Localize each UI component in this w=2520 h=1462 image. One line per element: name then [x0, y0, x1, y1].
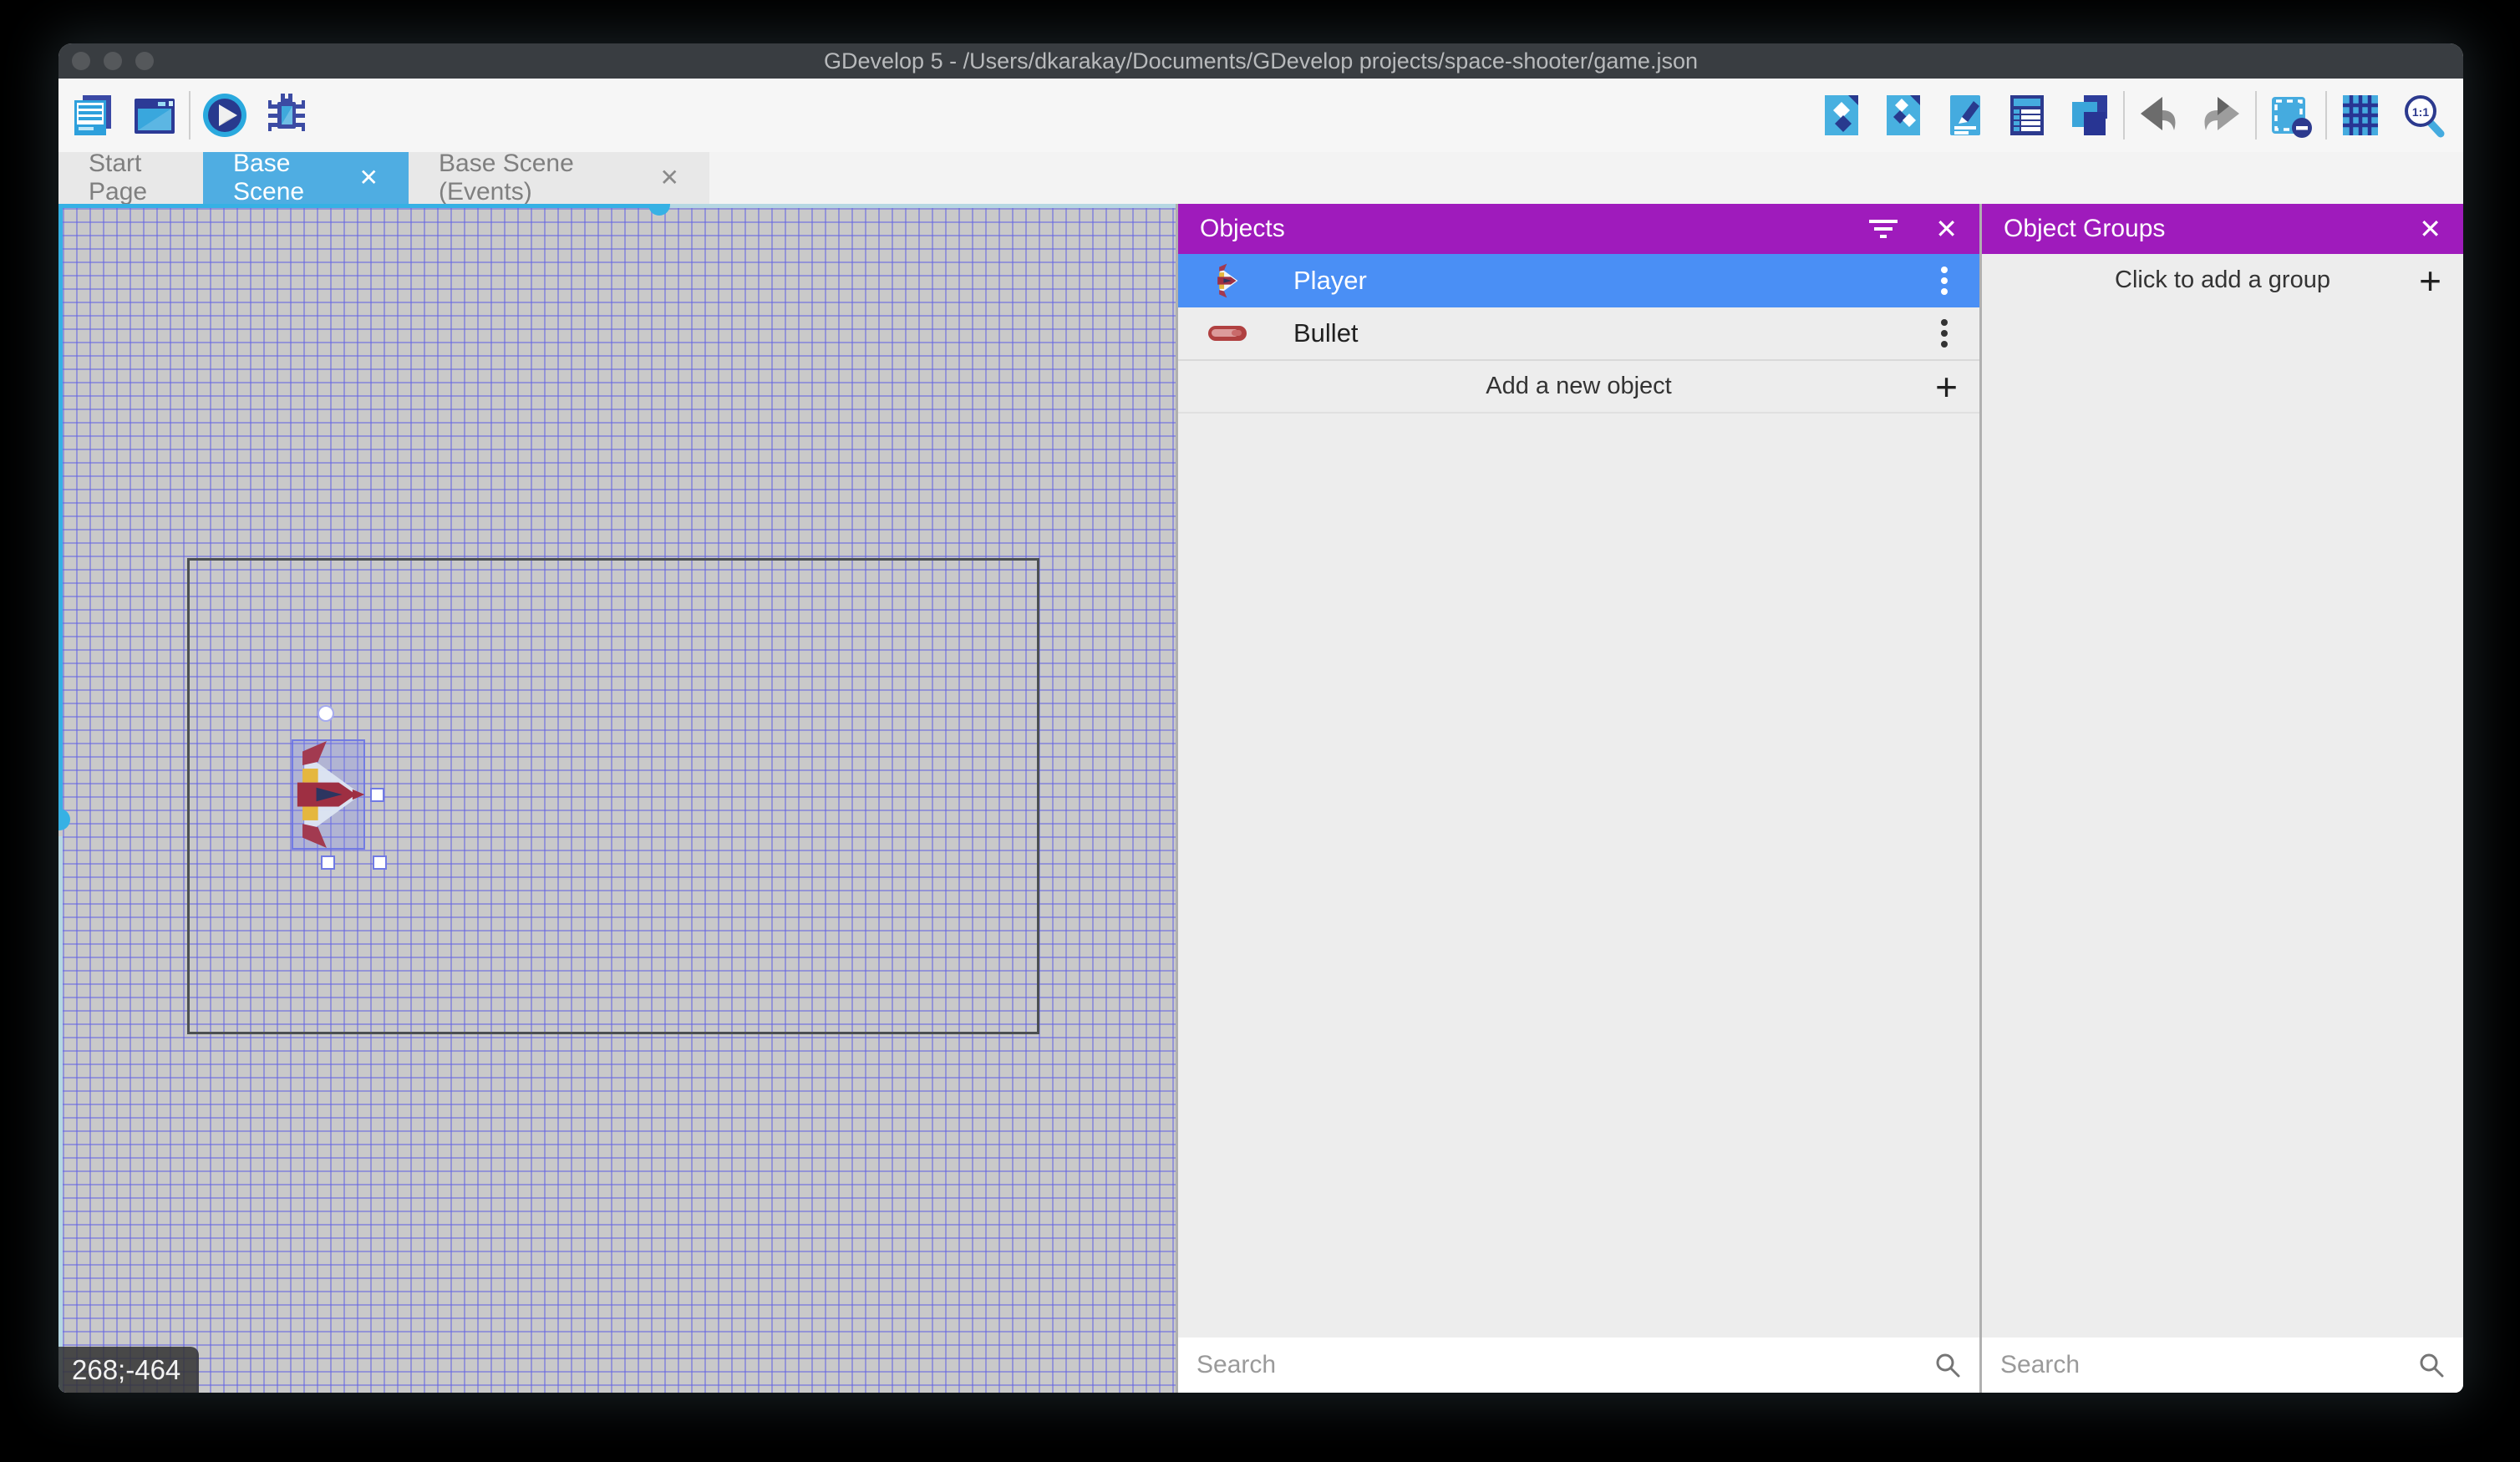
- horizontal-scroll-track: [662, 204, 1176, 208]
- object-groups-editor-icon: [1880, 92, 1927, 139]
- open-properties-button[interactable]: [1942, 92, 1989, 139]
- toggle-window-mask-button[interactable]: [2268, 92, 2314, 139]
- scene-canvas[interactable]: 268;-464: [58, 204, 1176, 1393]
- open-object-groups-editor-button[interactable]: [1880, 92, 1927, 139]
- tab-base-scene-events[interactable]: Base Scene (Events) ✕: [409, 152, 709, 204]
- object-groups-panel-header: Object Groups ✕: [1982, 204, 2463, 254]
- object-name: Bullet: [1293, 318, 1941, 348]
- window-mask-icon: [2268, 92, 2314, 139]
- objects-search-input[interactable]: [1196, 1351, 1934, 1379]
- object-groups-empty-area: [1982, 307, 2463, 1338]
- search-icon: [1934, 1352, 1961, 1378]
- add-new-object-button[interactable]: Add a new object +: [1178, 361, 1979, 414]
- player-ship-sprite: [292, 739, 365, 850]
- close-tab-icon[interactable]: ✕: [359, 166, 379, 190]
- zoom-1-1-icon: 1:1: [2400, 92, 2446, 139]
- close-panel-icon[interactable]: ✕: [2419, 216, 2441, 242]
- object-menu-kebab-icon[interactable]: [1941, 330, 1948, 337]
- resize-handle-right[interactable]: [370, 788, 384, 802]
- instances-list-icon: [2004, 92, 2050, 139]
- objects-panel-empty-area: [1178, 414, 1979, 1338]
- debug-preview-button[interactable]: [263, 92, 310, 139]
- toolbar-separator: [2255, 91, 2257, 140]
- objects-panel: Objects ✕: [1178, 204, 1979, 1393]
- object-groups-panel: Object Groups ✕ Click to add a group +: [1982, 204, 2463, 1393]
- resize-handle-bottom[interactable]: [321, 855, 335, 870]
- open-layers-editor-button[interactable]: [2065, 92, 2112, 139]
- object-groups-panel-title: Object Groups: [2004, 215, 2382, 243]
- redo-icon: [2197, 92, 2244, 139]
- scene-editor-button[interactable]: [131, 92, 178, 139]
- objects-panel-title: Objects: [1200, 215, 1832, 243]
- selected-instance-player[interactable]: [292, 739, 365, 850]
- tab-base-scene[interactable]: Base Scene ✕: [203, 152, 409, 204]
- search-icon: [2418, 1352, 2445, 1378]
- add-new-object-label: Add a new object: [1486, 373, 1671, 400]
- objects-panel-header: Objects ✕: [1178, 204, 1979, 254]
- tab-label: Base Scene (Events): [439, 150, 627, 206]
- project-manager-icon: [69, 92, 116, 139]
- bullet-thumbnail: [1208, 314, 1247, 353]
- tab-label: Base Scene: [233, 150, 326, 206]
- object-name: Player: [1293, 266, 1941, 296]
- window-title: GDevelop 5 - /Users/dkarakay/Documents/G…: [58, 48, 2463, 74]
- properties-icon: [1942, 92, 1989, 139]
- toolbar-separator: [2123, 91, 2125, 140]
- toolbar-separator: [2325, 91, 2327, 140]
- filter-icon[interactable]: [1868, 217, 1898, 241]
- close-panel-icon[interactable]: ✕: [1935, 216, 1958, 242]
- layers-icon: [2065, 92, 2112, 139]
- add-group-label: Click to add a group: [2115, 267, 2330, 294]
- grid-icon: [2338, 92, 2385, 139]
- player-thumbnail: [1208, 261, 1247, 300]
- tab-bar: Start Page Base Scene ✕ Base Scene (Even…: [58, 152, 2463, 204]
- object-row-bullet[interactable]: Bullet: [1178, 307, 1979, 361]
- objects-search-bar: [1178, 1338, 1979, 1393]
- horizontal-scroll-track: [58, 204, 662, 208]
- toolbar: 1:1: [58, 79, 2463, 152]
- open-instances-list-button[interactable]: [2004, 92, 2050, 139]
- plus-icon: +: [2419, 261, 2441, 300]
- svg-text:1:1: 1:1: [2412, 105, 2429, 119]
- redo-button[interactable]: [2197, 92, 2244, 139]
- resize-handle-corner[interactable]: [373, 855, 387, 870]
- undo-button[interactable]: [2136, 92, 2182, 139]
- groups-search-input[interactable]: [2000, 1351, 2418, 1379]
- open-objects-editor-button[interactable]: [1818, 92, 1865, 139]
- vertical-scroll-thumb[interactable]: [58, 809, 70, 830]
- scene-window-icon: [131, 92, 178, 139]
- objects-editor-icon: [1818, 92, 1865, 139]
- object-row-player[interactable]: Player: [1178, 254, 1979, 307]
- vertical-scroll-track: [58, 836, 63, 1393]
- plus-icon: +: [1935, 368, 1958, 406]
- titlebar: GDevelop 5 - /Users/dkarakay/Documents/G…: [58, 43, 2463, 79]
- undo-icon: [2136, 92, 2182, 139]
- play-icon: [201, 92, 248, 139]
- zoom-original-button[interactable]: 1:1: [2400, 92, 2446, 139]
- toggle-grid-button[interactable]: [2338, 92, 2385, 139]
- close-tab-icon[interactable]: ✕: [660, 166, 679, 190]
- groups-search-bar: [1982, 1338, 2463, 1393]
- cursor-coordinates: 268;-464: [58, 1347, 199, 1393]
- add-group-button[interactable]: Click to add a group +: [1982, 254, 2463, 307]
- toolbar-separator: [189, 91, 191, 140]
- bug-icon: [263, 92, 310, 139]
- project-manager-button[interactable]: [69, 92, 116, 139]
- vertical-scroll-track: [58, 204, 63, 818]
- play-preview-button[interactable]: [201, 92, 248, 139]
- tab-label: Start Page: [89, 150, 173, 206]
- horizontal-scroll-thumb[interactable]: [648, 204, 670, 216]
- rotate-handle[interactable]: [318, 705, 334, 722]
- gdevelop-window: GDevelop 5 - /Users/dkarakay/Documents/G…: [58, 43, 2463, 1393]
- object-menu-kebab-icon[interactable]: [1941, 277, 1948, 284]
- tab-start-page[interactable]: Start Page: [58, 152, 203, 204]
